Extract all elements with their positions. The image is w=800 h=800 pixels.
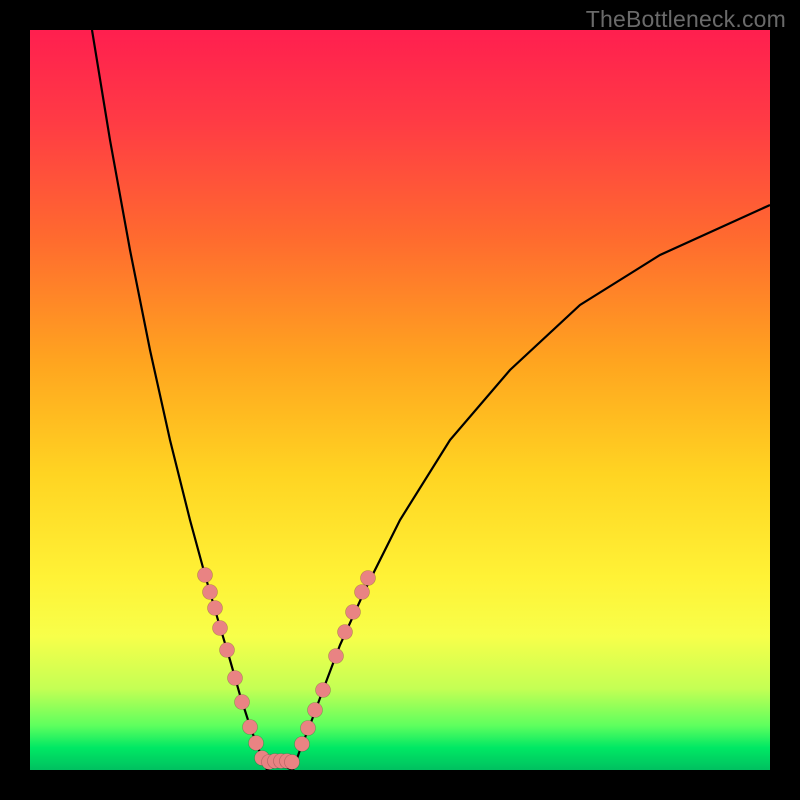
data-dot	[338, 625, 353, 640]
data-dot	[228, 671, 243, 686]
plot-area	[30, 30, 770, 770]
data-dot	[308, 703, 323, 718]
data-dot	[243, 720, 258, 735]
data-dot	[198, 568, 213, 583]
data-dot	[203, 585, 218, 600]
data-dot	[316, 683, 331, 698]
left-curve-path	[92, 30, 267, 770]
data-dot	[213, 621, 228, 636]
data-dot	[249, 736, 264, 751]
data-dot	[295, 737, 310, 752]
curve-layer	[30, 30, 770, 770]
data-dot	[355, 585, 370, 600]
dot-layer	[198, 568, 376, 770]
data-dot	[346, 605, 361, 620]
watermark-text: TheBottleneck.com	[586, 6, 786, 33]
data-dot	[235, 695, 250, 710]
chart-frame: TheBottleneck.com	[0, 0, 800, 800]
right-curve-path	[293, 205, 770, 770]
data-dot	[329, 649, 344, 664]
data-dot	[220, 643, 235, 658]
data-dot	[285, 755, 300, 770]
data-dot	[301, 721, 316, 736]
data-dot	[361, 571, 376, 586]
data-dot	[208, 601, 223, 616]
